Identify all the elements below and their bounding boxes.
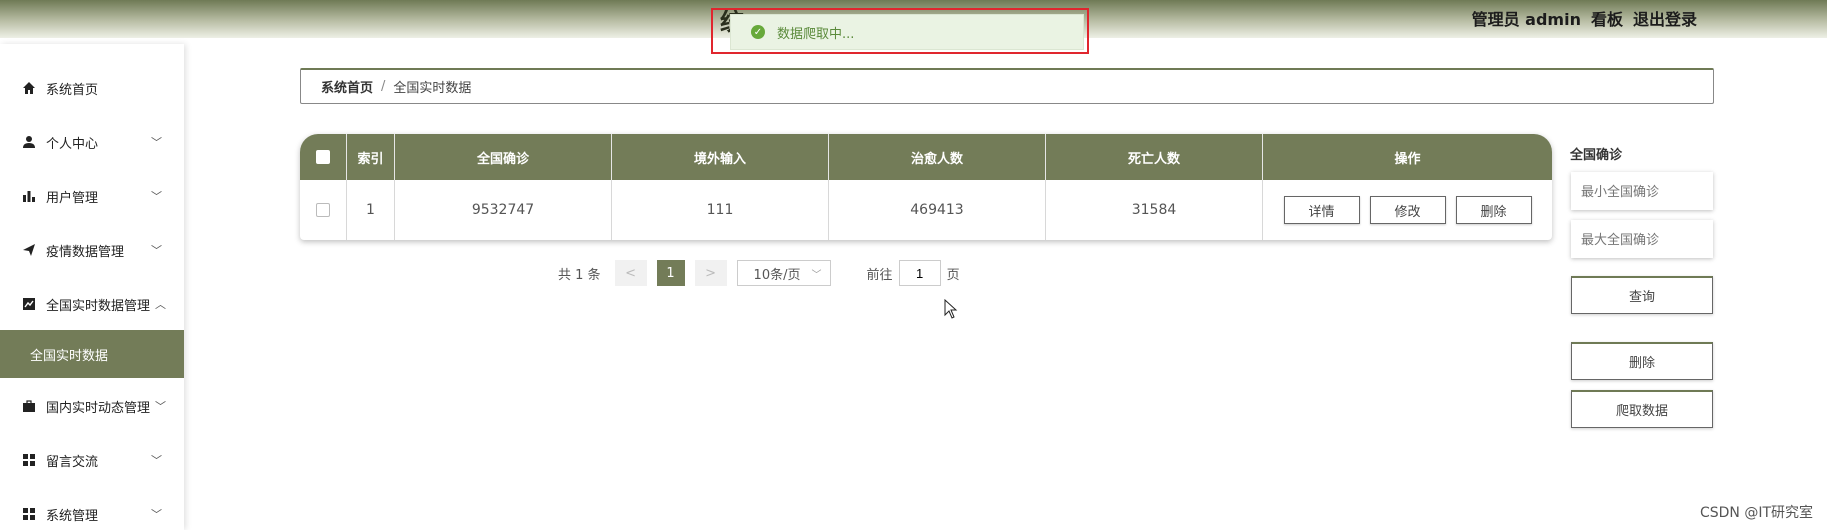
column-header: 操作: [1394, 151, 1421, 167]
search-label: 全国确诊: [1570, 148, 1623, 163]
chevron-down-icon: ﹀: [151, 244, 162, 257]
cell-cured: 469413: [829, 180, 1046, 240]
page-number-button[interactable]: 1: [656, 260, 685, 286]
trend-icon: [23, 298, 35, 310]
sidebar-item-label: 国内实时动态管理: [46, 400, 151, 416]
crawl-data-button[interactable]: 爬取数据: [1571, 390, 1713, 428]
goto-prefix: 前往: [866, 267, 893, 283]
chevron-down-icon: ﹀: [151, 136, 162, 149]
bar-chart-icon: [23, 191, 35, 202]
search-panel: 全国确诊 查询 删除 爬取数据: [1570, 144, 1716, 428]
delete-row-button[interactable]: 删除: [1455, 196, 1532, 224]
cell-actions: 详情 修改 删除: [1263, 180, 1552, 240]
table-row: 1 9532747 111 469413 31584 详情 修改 删除: [300, 180, 1552, 240]
chevron-up-icon: ︿: [155, 298, 166, 311]
cell-deaths: 31584: [1046, 180, 1263, 240]
cell-index: 1: [347, 180, 395, 240]
highlight-frame: [711, 8, 1089, 54]
sidebar-item-label: 系统首页: [46, 82, 99, 98]
next-page-button[interactable]: >: [694, 260, 727, 286]
sidebar-item-home[interactable]: 系统首页: [0, 68, 184, 108]
goto-page-input[interactable]: [898, 260, 941, 286]
home-icon: [23, 82, 35, 94]
sidebar-item-label: 全国实时数据管理: [46, 298, 151, 314]
sidebar-item-epidemic[interactable]: 疫情数据管理 ﹀: [0, 230, 184, 270]
page-size-value: 10条/页: [753, 267, 801, 283]
sidebar-item-national-realtime[interactable]: 全国实时数据管理 ︿: [0, 284, 184, 324]
detail-button[interactable]: 详情: [1283, 196, 1360, 224]
batch-delete-button[interactable]: 删除: [1571, 342, 1713, 380]
sidebar-item-profile[interactable]: 个人中心 ﹀: [0, 122, 184, 162]
send-icon: [23, 244, 35, 256]
sidebar-item-messages[interactable]: 留言交流 ﹀: [0, 440, 184, 480]
chevron-down-icon: ﹀: [151, 508, 162, 521]
edit-button[interactable]: 修改: [1369, 196, 1446, 224]
sidebar-item-system[interactable]: 系统管理 ﹀: [0, 494, 184, 530]
prev-page-button[interactable]: <: [614, 260, 647, 286]
sidebar-item-label: 全国实时数据: [30, 348, 109, 364]
chevron-down-icon: ﹀: [151, 190, 162, 203]
chevron-down-icon: ﹀: [811, 269, 822, 281]
sidebar-subitem-national-data[interactable]: 全国实时数据: [0, 330, 184, 378]
sidebar-item-label: 疫情数据管理: [46, 244, 125, 260]
query-button[interactable]: 查询: [1571, 276, 1713, 314]
header-actions: 管理员 admin 看板 退出登录: [1472, 6, 1697, 30]
column-header: 死亡人数: [1046, 134, 1263, 180]
column-header: 治愈人数: [829, 134, 1046, 180]
dashboard-link[interactable]: 看板: [1591, 6, 1623, 30]
breadcrumb-separator: /: [381, 79, 386, 94]
sidebar-item-label: 系统管理: [46, 508, 99, 524]
grid-icon: [23, 508, 35, 520]
data-table: 索引 全国确诊 境外输入 治愈人数 死亡人数 操作 1 9532747 111 …: [300, 134, 1552, 240]
column-header: 境外输入: [612, 134, 829, 180]
select-all-cell: [300, 134, 347, 180]
column-header: 索引: [347, 134, 395, 180]
pagination: 共 1 条 < 1 > 10条/页 ﹀ 前往 页: [558, 260, 960, 286]
row-checkbox[interactable]: [316, 203, 330, 217]
table-header: 索引 全国确诊 境外输入 治愈人数 死亡人数 操作: [300, 134, 1552, 180]
admin-user-label: 管理员 admin: [1471, 10, 1581, 29]
total-count: 共 1 条: [558, 267, 601, 283]
page-size-select[interactable]: 10条/页 ﹀: [736, 260, 831, 286]
cell-confirmed: 9532747: [395, 180, 612, 240]
user-icon: [23, 136, 35, 148]
breadcrumb: 系统首页 / 全国实时数据: [300, 68, 1714, 104]
sidebar-item-users[interactable]: 用户管理 ﹀: [0, 176, 184, 216]
breadcrumb-home[interactable]: 系统首页: [321, 77, 373, 96]
chevron-down-icon: ﹀: [151, 454, 162, 467]
max-confirmed-input[interactable]: [1571, 220, 1713, 258]
sidebar-item-domestic-dynamics[interactable]: 国内实时动态管理 ﹀: [0, 386, 184, 426]
select-all-checkbox[interactable]: [316, 150, 330, 164]
sidebar-item-label: 个人中心: [46, 136, 99, 152]
logout-link[interactable]: 退出登录: [1633, 6, 1697, 30]
grid-icon: [23, 454, 35, 466]
sidebar-item-label: 留言交流: [46, 454, 99, 470]
sidebar: 系统首页 个人中心 ﹀ 用户管理 ﹀ 疫情数据管理 ﹀ 全国实时数据管理 ︿ 全…: [0, 44, 184, 530]
cell-imported: 111: [612, 180, 829, 240]
sidebar-item-label: 用户管理: [46, 190, 99, 206]
watermark: CSDN @IT研究室: [1699, 505, 1813, 521]
row-select-cell: [300, 180, 347, 240]
mouse-cursor-icon: [944, 299, 958, 319]
breadcrumb-current: 全国实时数据: [393, 81, 472, 96]
min-confirmed-input[interactable]: [1571, 172, 1713, 210]
goto-suffix: 页: [946, 267, 960, 283]
briefcase-icon: [23, 400, 35, 412]
chevron-down-icon: ﹀: [155, 400, 166, 413]
column-header: 全国确诊: [395, 134, 612, 180]
